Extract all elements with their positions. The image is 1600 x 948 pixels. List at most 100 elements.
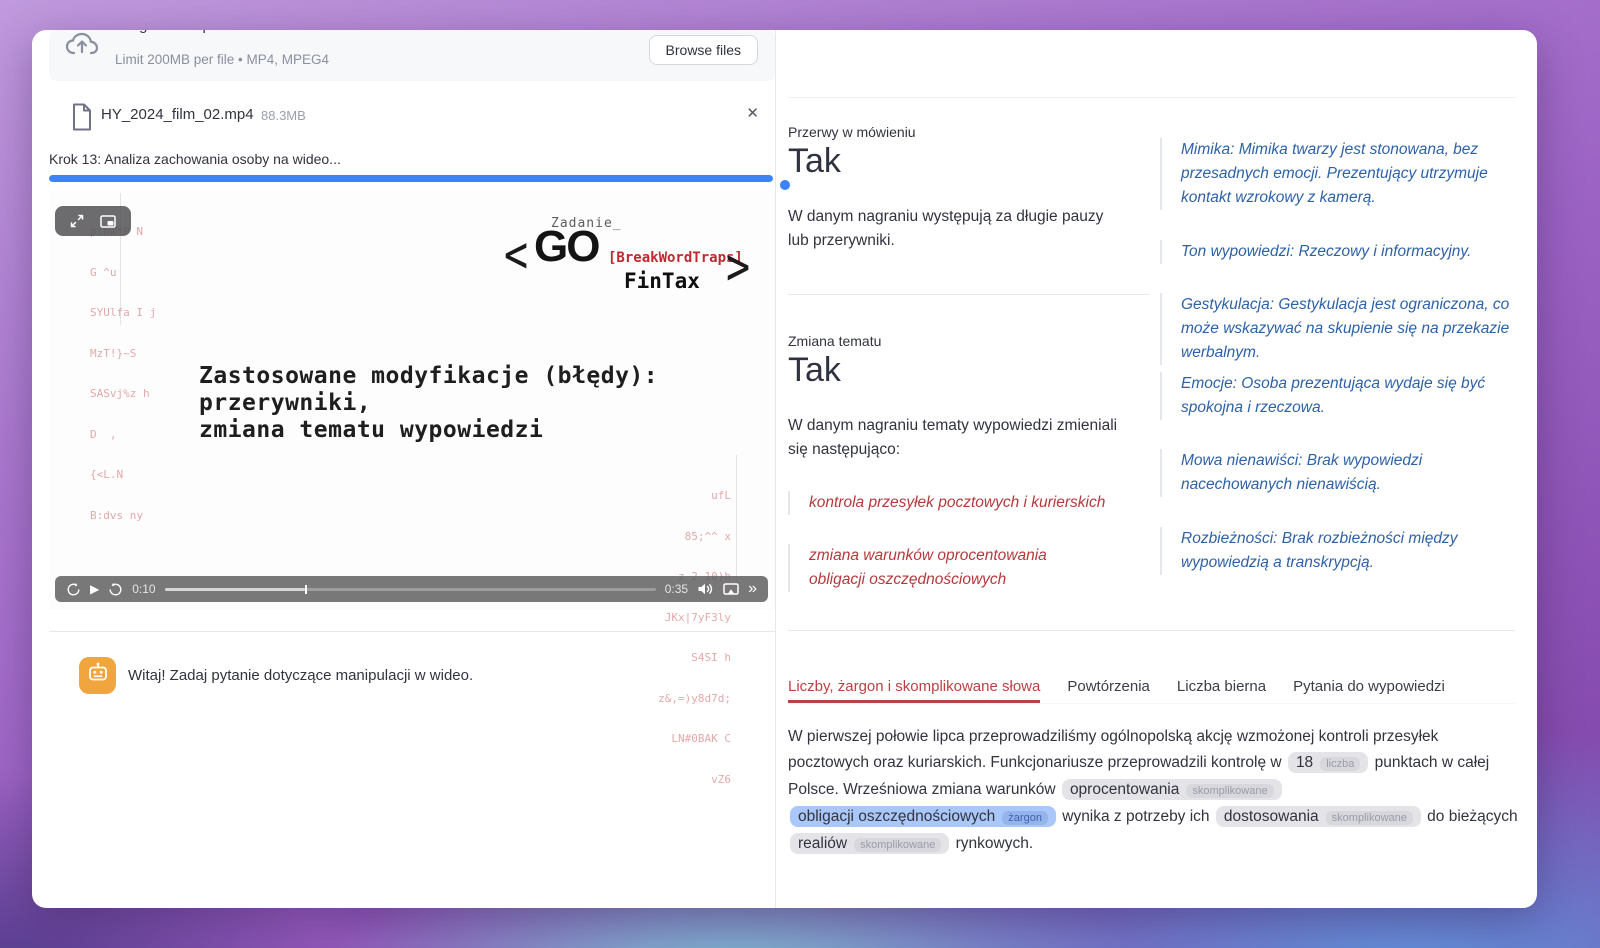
file-name: HY_2024_film_02.mp4 (101, 106, 254, 123)
highlight-word: dostosowania (1224, 808, 1319, 825)
glitch-line: JKx|7yF3ly (658, 611, 731, 625)
slide-title-line: Zastosowane modyfikacje (błędy): (199, 363, 658, 390)
slide-title: Zastosowane modyfikacje (błędy): przeryw… (199, 363, 658, 444)
highlight-word: oprocentowania (1070, 781, 1179, 798)
observation-quote: Gestykulacja: Gestykulacja jest ogranicz… (1160, 293, 1512, 365)
highlight-word: obligacji oszczędnościowych (798, 808, 995, 825)
chat-section-divider (49, 631, 775, 632)
glitch-line: {<L.N (90, 468, 156, 482)
file-dropzone[interactable]: Drag and drop file here Limit 200MB per … (49, 30, 775, 81)
tab-questions[interactable]: Pytania do wypowiedzi (1293, 678, 1445, 703)
tab-numbers-jargon[interactable]: Liczby, żargon i skomplikowane słowa (788, 678, 1040, 703)
video-controls-bar: ▶ 0:10 0:35 » (55, 576, 768, 602)
metric-pauses-description: W danym nagraniu występują za długie pau… (788, 205, 1110, 253)
observation-quote: Rozbieżności: Brak rozbieżności między w… (1160, 527, 1512, 575)
highlight-word: realiów (798, 835, 847, 852)
observation-quote: Emocje: Osoba prezentująca wydaje się by… (1160, 372, 1512, 420)
glitch-line: 85;^^ x (658, 530, 731, 544)
slide-logo: Zadanie_ < GO [BreakWordTraps] FinTax > (504, 208, 804, 312)
observation-quote: Mowa nienawiści: Brak wypowiedzi nacecho… (1160, 449, 1512, 497)
logo-go-text: GO (534, 222, 598, 272)
blue-indicator-dot (780, 180, 790, 190)
transcript-text: do bieżących (1423, 808, 1518, 825)
skip-forward-icon[interactable] (108, 582, 123, 597)
tab-passive-voice[interactable]: Liczba bierna (1177, 678, 1266, 703)
dropzone-label: Drag and drop file here (115, 30, 268, 34)
highlight-complex: dostosowania skomplikowane (1216, 806, 1421, 827)
glitch-text-right: ufL 85;^^ x z 2 10)h JKx|7yF3ly S4SI h z… (658, 462, 731, 813)
file-document-icon (71, 103, 93, 136)
highlight-complex: realiówskomplikowane (790, 833, 949, 854)
highlight-tag: żargon (1002, 811, 1048, 825)
highlight-tag: liczba (1320, 757, 1360, 771)
video-player[interactable]: pihW*P N G ^u SYUlfa I j MzT!}~S SASvj%z… (49, 190, 775, 610)
browse-files-button[interactable]: Browse files (649, 35, 758, 65)
fullscreen-icon[interactable] (70, 214, 84, 228)
robot-icon (87, 662, 109, 689)
slide-seam-right (736, 455, 737, 587)
file-size: 88.3MB (261, 108, 306, 123)
metric-topic-value: Tak (788, 351, 841, 390)
transcript-text: wynika z potrzeby ich (1058, 808, 1214, 825)
skip-back-icon[interactable] (66, 582, 81, 597)
slide-title-line: zmiana tematu wypowiedzi (199, 417, 658, 444)
seek-bar-played (165, 588, 305, 591)
video-overlay-toolbar (55, 206, 131, 236)
current-time: 0:10 (132, 582, 155, 596)
highlight-jargon: obligacji oszczędnościowych żargon (790, 806, 1056, 827)
logo-brand-text: [BreakWordTraps] (608, 250, 743, 266)
highlight-word: 18 (1296, 754, 1313, 771)
uploaded-file-row: HY_2024_film_02.mp4 88.3MB ✕ (49, 100, 775, 134)
section-divider (788, 294, 1150, 295)
tab-repetitions[interactable]: Powtórzenia (1067, 678, 1150, 703)
topic-quote: zmiana warunków oprocentowania obligacji… (788, 544, 1098, 592)
fast-forward-icon[interactable]: » (748, 581, 757, 597)
observation-quote: Ton wypowiedzi: Rzeczowy i informacyjny. (1160, 240, 1512, 264)
assistant-avatar (79, 657, 116, 694)
duration-time: 0:35 (665, 582, 688, 596)
cloud-upload-icon (65, 32, 99, 63)
transcript-text: rynkowych. (951, 835, 1033, 852)
app-card: Drag and drop file here Limit 200MB per … (32, 30, 1537, 908)
upload-limit-text: Limit 200MB per file • MP4, MPEG4 (115, 52, 329, 67)
metric-topic-description: W danym nagraniu tematy wypowiedzi zmien… (788, 414, 1126, 462)
glitch-line: z&,=)y8d7d; (658, 692, 731, 706)
glitch-line: MzT!}~S (90, 347, 156, 361)
glitch-line: SYUlfa I j (90, 306, 156, 320)
highlight-complex: oprocentowania skomplikowane (1062, 779, 1282, 800)
topic-quote: kontrola przesyłek pocztowych i kuriersk… (788, 491, 1118, 515)
highlight-tag: skomplikowane (1326, 811, 1413, 825)
glitch-line: B:dvs ny (90, 509, 156, 523)
metric-pauses-label: Przerwy w mówieniu (788, 124, 916, 140)
assistant-message: Witaj! Zadaj pytanie dotyczące manipulac… (128, 667, 473, 684)
glitch-line: S4SI h (658, 651, 731, 665)
observation-quote: Mimika: Mimika twarzy jest stonowana, be… (1160, 138, 1512, 210)
picture-in-picture-icon[interactable] (100, 215, 116, 228)
metric-pauses-value: Tak (788, 142, 841, 181)
metric-topic-label: Zmiana tematu (788, 333, 881, 349)
seek-bar-handle[interactable] (305, 585, 307, 594)
remove-file-button[interactable]: ✕ (746, 104, 759, 122)
glitch-line: ufL (658, 489, 731, 503)
glitch-line: vZ6 (658, 773, 731, 787)
logo-bracket-left: < (504, 225, 528, 285)
glitch-text-left: pihW*P N G ^u SYUlfa I j MzT!}~S SASvj%z… (90, 198, 156, 549)
section-divider-top (788, 97, 1515, 98)
logo-fintax-text: FinTax (624, 269, 700, 293)
progress-step-label: Krok 13: Analiza zachowania osoby na wid… (49, 151, 341, 167)
progress-bar (49, 175, 773, 182)
seek-bar[interactable] (165, 588, 656, 591)
highlight-tag: skomplikowane (1186, 784, 1273, 798)
progress-bar-fill (49, 175, 773, 182)
volume-icon[interactable] (697, 582, 714, 596)
play-button[interactable]: ▶ (90, 583, 99, 595)
analysis-tabs: Liczby, żargon i skomplikowane słowa Pow… (788, 678, 1515, 704)
glitch-line: LN#0BAK C (658, 732, 731, 746)
column-divider (775, 30, 776, 908)
transcript-paragraph: W pierwszej połowie lipca przeprowadzili… (788, 724, 1518, 858)
cast-screen-icon[interactable] (723, 583, 739, 596)
glitch-line: D , (90, 428, 156, 442)
glitch-line: G ^u (90, 266, 156, 280)
logo-bracket-right: > (726, 237, 750, 297)
highlight-number: 18 liczba (1288, 752, 1368, 773)
